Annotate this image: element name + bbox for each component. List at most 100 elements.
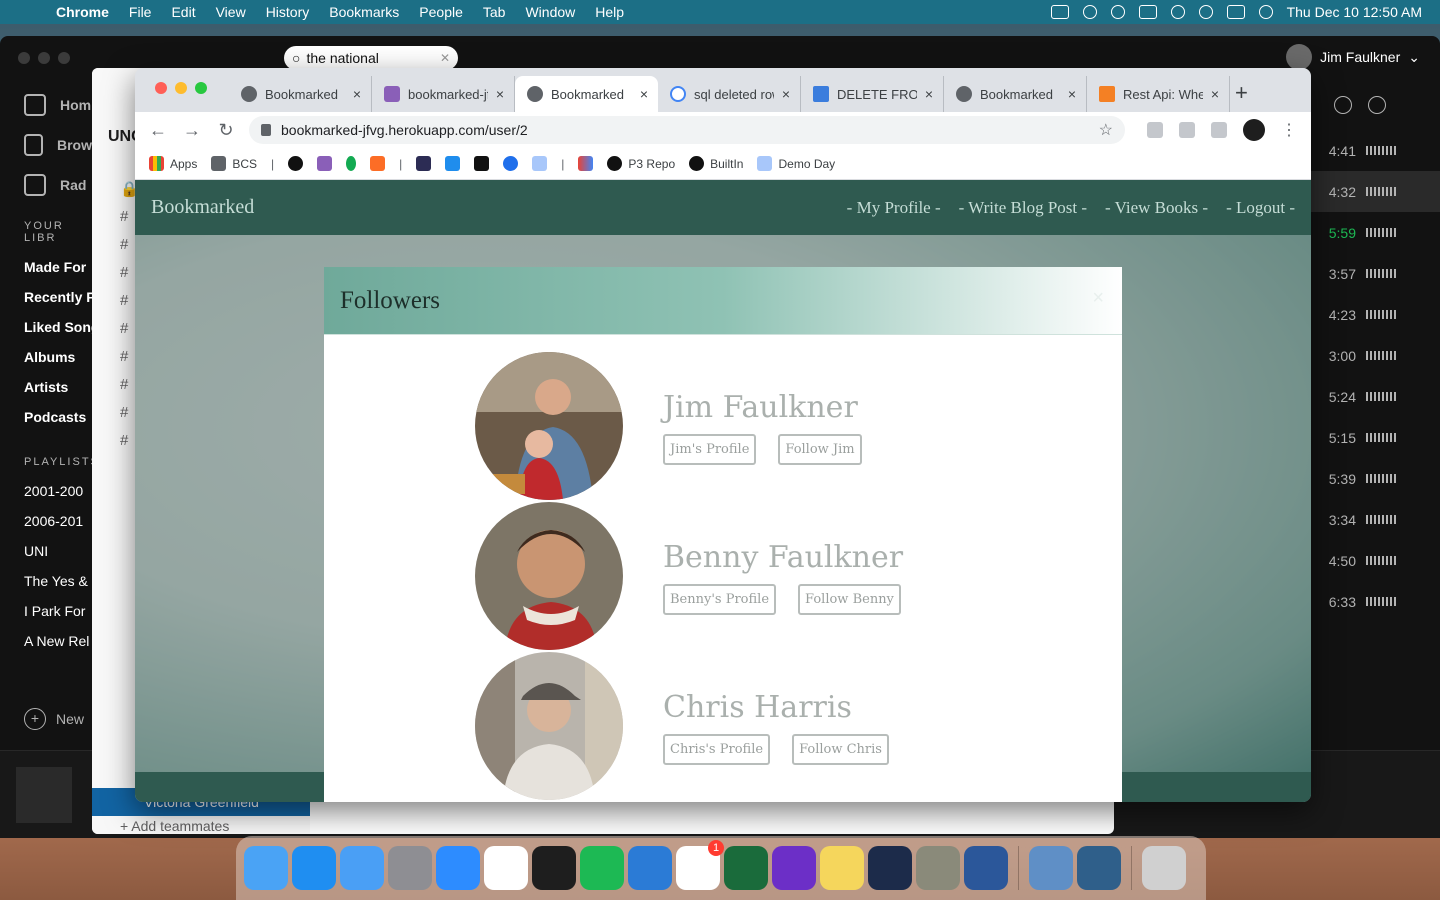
spotify-nav-browse[interactable]: Brow (24, 134, 92, 156)
menu-history[interactable]: History (256, 4, 320, 20)
control-center-icon[interactable] (1226, 5, 1245, 19)
playlist-item[interactable]: 2001-200 (0, 476, 92, 506)
dock-spotify-icon[interactable] (580, 846, 624, 890)
library-item[interactable]: Podcasts (0, 402, 92, 432)
bookmark-flag[interactable] (445, 156, 461, 171)
close-tab-icon[interactable]: × (782, 86, 790, 102)
nav-write-blog-post[interactable]: - Write Blog Post - (959, 198, 1087, 218)
spotify-search-input[interactable]: ○ the national ✕ (284, 46, 458, 70)
address-bar[interactable]: bookmarked-jfvg.herokuapp.com/user/2 ☆ (249, 116, 1125, 144)
library-item[interactable]: Liked Song (0, 312, 92, 342)
close-tab-icon[interactable]: × (496, 86, 504, 102)
close-tab-icon[interactable]: × (925, 86, 933, 102)
close-tab-icon[interactable]: × (1211, 86, 1219, 102)
track-row[interactable]: 3:00 (1310, 335, 1440, 376)
zoom-status-icon[interactable] (1050, 5, 1069, 19)
dock-chrome-icon[interactable] (484, 846, 528, 890)
playlist-item[interactable]: UNI (0, 536, 92, 566)
add-teammates-link[interactable]: + Add teammates (120, 818, 229, 834)
view-profile-button[interactable]: Benny's Profile (663, 584, 777, 615)
siri-icon[interactable] (1258, 5, 1273, 19)
spotlight-search-icon[interactable] (1198, 5, 1213, 19)
creative-cloud-icon[interactable] (1082, 5, 1097, 19)
clear-search-icon[interactable]: ✕ (440, 51, 450, 65)
track-row[interactable]: 5:15 (1310, 417, 1440, 458)
bookmark-demo-day[interactable]: Demo Day (757, 156, 835, 171)
library-item[interactable]: Albums (0, 342, 92, 372)
dock-mysql-workbench-icon[interactable] (1077, 846, 1121, 890)
kebab-menu-icon[interactable]: ⋮ (1281, 120, 1297, 140)
avatar[interactable] (475, 652, 623, 800)
puzzle-icon[interactable] (1211, 122, 1227, 138)
new-tab-button[interactable]: + (1235, 80, 1248, 106)
chrome-tab[interactable]: Rest Api: When × (1087, 76, 1230, 112)
follow-button[interactable]: Follow Jim (778, 434, 862, 465)
track-row[interactable]: 6:33 (1310, 581, 1440, 622)
site-brand[interactable]: Bookmarked (151, 196, 254, 219)
bookmark-clapper[interactable] (474, 156, 490, 171)
dock-gimp-icon[interactable] (916, 846, 960, 890)
bookmark-github[interactable] (288, 156, 304, 171)
chrome-tab[interactable]: Bookmarked × (944, 76, 1087, 112)
view-profile-button[interactable]: Jim's Profile (663, 434, 757, 465)
album-art[interactable] (16, 767, 72, 823)
bookmark-bcs[interactable]: BCS (211, 156, 257, 171)
close-icon[interactable]: × (1092, 287, 1104, 310)
follow-button[interactable]: Follow Benny (798, 584, 901, 615)
play-icon[interactable] (1110, 5, 1125, 19)
library-item[interactable]: Recently P (0, 282, 92, 312)
chrome-tab[interactable]: sql deleted row × (658, 76, 801, 112)
menu-help[interactable]: Help (585, 4, 634, 20)
bookmark-p3-repo[interactable]: P3 Repo (607, 156, 675, 171)
menu-window[interactable]: Window (515, 4, 585, 20)
dock-system-preferences-icon[interactable] (388, 846, 432, 890)
track-row[interactable]: 4:41 (1310, 130, 1440, 171)
spotify-nav-radio[interactable]: Rad (24, 174, 92, 196)
track-row[interactable]: 3:34 (1310, 499, 1440, 540)
close-tab-icon[interactable]: × (1068, 86, 1076, 102)
avatar[interactable] (475, 502, 623, 650)
chrome-tab[interactable]: DELETE FROM × (801, 76, 944, 112)
track-row[interactable]: 4:23 (1310, 294, 1440, 335)
dock-tor-icon[interactable] (772, 846, 816, 890)
chrome-tab[interactable]: Bookmarked × (515, 76, 658, 112)
follow-button[interactable]: Follow Chris (792, 734, 889, 765)
wifi-icon[interactable] (1170, 5, 1185, 19)
profile-avatar[interactable] (1243, 119, 1265, 141)
reload-icon[interactable]: ↻ (215, 120, 237, 141)
dock-vs-code-icon[interactable] (628, 846, 672, 890)
menu-file[interactable]: File (119, 4, 162, 20)
close-tab-icon[interactable]: × (640, 86, 648, 102)
library-item[interactable]: Artists (0, 372, 92, 402)
bookmark-f[interactable] (503, 156, 519, 171)
nav-logout[interactable]: - Logout - (1226, 198, 1295, 218)
nav-my-profile[interactable]: - My Profile - (847, 198, 941, 218)
dock-slack-icon[interactable]: 1 (676, 840, 724, 890)
bookmark-feather[interactable] (532, 156, 548, 171)
bookmark-star-icon[interactable]: ☆ (1099, 120, 1113, 140)
dock-finder-icon[interactable] (244, 846, 288, 890)
track-row[interactable]: 4:32 (1310, 171, 1440, 212)
dock-app-store-icon[interactable] (292, 846, 336, 890)
bookmark-gitlab[interactable] (370, 156, 386, 171)
extension-icon[interactable] (1147, 122, 1163, 138)
dock-mail-icon[interactable] (340, 846, 384, 890)
bookmark-apps[interactable]: Apps (149, 156, 197, 171)
new-playlist-button[interactable]: + New (24, 708, 84, 730)
track-row[interactable]: 4:50 (1310, 540, 1440, 581)
track-row[interactable]: 3:57 (1310, 253, 1440, 294)
dock-terminal-icon[interactable] (532, 846, 576, 890)
dock-zoom-icon[interactable] (436, 846, 480, 890)
track-row[interactable]: 5:24 (1310, 376, 1440, 417)
playlist-item[interactable]: A New Rel (0, 626, 92, 656)
nav-view-books[interactable]: - View Books - (1105, 198, 1208, 218)
track-row[interactable]: 5:59 (1310, 212, 1440, 253)
dock-notes-icon[interactable] (820, 846, 864, 890)
extension-icon[interactable] (1179, 122, 1195, 138)
view-profile-button[interactable]: Chris's Profile (663, 734, 771, 765)
spotify-window-controls[interactable] (0, 52, 70, 64)
spotify-user-menu[interactable]: Jim Faulkner ⌄ (1286, 44, 1420, 70)
bookmark-heroku[interactable] (317, 156, 333, 171)
menu-app-name[interactable]: Chrome (40, 4, 119, 20)
menu-bookmarks[interactable]: Bookmarks (319, 4, 409, 20)
